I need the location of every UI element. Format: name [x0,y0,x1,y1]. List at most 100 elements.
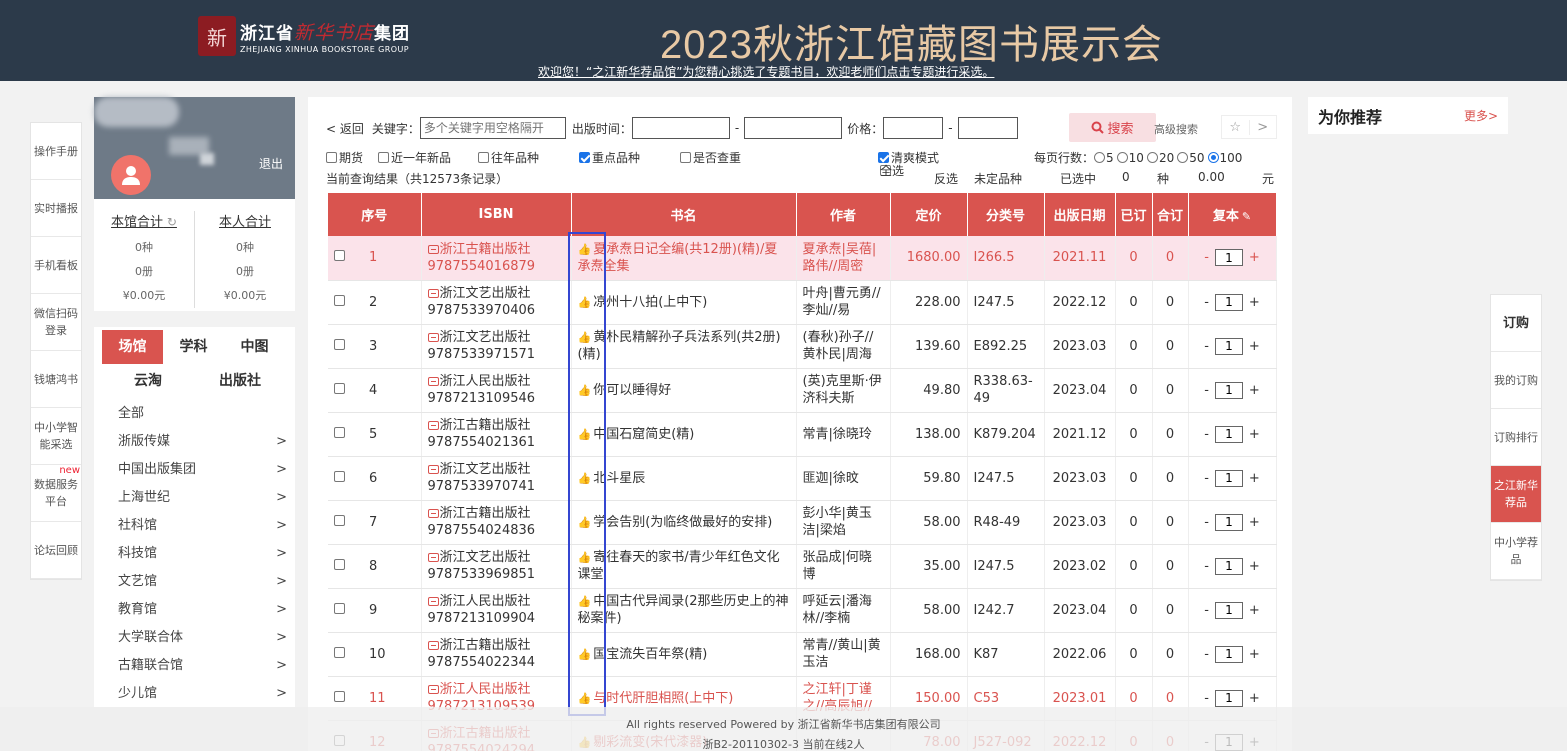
minus-button[interactable]: - [1204,294,1209,311]
col-header-date[interactable]: 出版日期 [1044,193,1116,236]
keyword-input[interactable] [419,117,566,139]
next-arrow-icon[interactable]: > [1248,119,1277,135]
minus-button[interactable]: - [1204,558,1209,575]
col-header-total[interactable]: 合订 [1152,193,1189,236]
right-nav-item[interactable]: 订购 [1491,295,1541,352]
per-page-50[interactable] [1177,152,1189,163]
quantity-input[interactable] [1214,337,1243,355]
book-title-link[interactable]: 与时代肝胆相照(上中下) [593,691,733,706]
row-checkbox[interactable] [334,426,345,438]
col-header-copies[interactable]: 复本 ✎ [1188,193,1277,236]
price-from-input[interactable] [883,117,944,139]
category-item[interactable]: 浙版传媒 > [94,428,295,456]
tab-yuntao[interactable]: 云淘 [102,364,194,398]
per-page-10[interactable] [1116,152,1128,163]
publisher-name[interactable]: 浙江文艺出版社 [440,550,531,565]
plus-button[interactable]: + [1249,558,1260,575]
plus-button[interactable]: + [1249,646,1260,663]
duplicate-check-checkbox[interactable]: 是否查重 [680,149,741,166]
my-total-title[interactable]: 本人合计 [195,211,295,230]
quantity-input[interactable] [1214,557,1243,575]
plus-button[interactable]: + [1249,514,1260,531]
futures-checkbox[interactable]: 期货 [326,149,363,166]
per-page-100[interactable] [1207,152,1219,163]
minus-button[interactable]: - [1204,338,1209,355]
search-button[interactable]: 搜索 [1069,113,1156,142]
advanced-search-link[interactable]: 高级搜索 [1154,121,1198,137]
price-to-input[interactable] [957,117,1018,139]
row-checkbox[interactable] [334,338,345,350]
logout-link[interactable]: 退出 [259,155,283,172]
book-title-link[interactable]: 中国石窟简史(精) [593,427,694,442]
publisher-name[interactable]: 浙江古籍出版社 [440,242,531,257]
quantity-input[interactable] [1214,645,1243,663]
quantity-input[interactable] [1214,249,1243,267]
plus-button[interactable]: + [1249,294,1260,311]
quantity-input[interactable] [1214,381,1243,399]
publisher-name[interactable]: 浙江古籍出版社 [440,506,531,521]
recommend-more-link[interactable]: 更多> [1464,107,1498,124]
publisher-name[interactable]: 浙江文艺出版社 [440,462,531,477]
book-title-link[interactable]: 寄往春天的家书/青少年红色文化课堂 [578,550,780,582]
tab-subject[interactable]: 学科 [163,330,224,364]
plus-button[interactable]: + [1249,249,1260,266]
quantity-input[interactable] [1214,469,1243,487]
quantity-input[interactable] [1214,689,1243,707]
col-header-no[interactable]: 序号 [328,193,422,236]
row-checkbox[interactable] [334,514,345,526]
category-item[interactable]: 上海世纪 > [94,484,295,512]
pubdate-from-input[interactable] [631,117,730,139]
recent-year-checkbox[interactable]: 近一年新品 [378,149,451,166]
book-title-link[interactable]: 夏承焘日记全编(共12册)(精)/夏承焘全集 [578,242,778,274]
quantity-input[interactable] [1214,293,1243,311]
book-title-link[interactable]: 国宝流失百年祭(精) [593,647,707,662]
left-nav-item[interactable]: 微信扫码登录 [31,294,81,351]
book-title-link[interactable]: 学会告别(为临终做最好的安排) [593,515,772,530]
col-header-author[interactable]: 作者 [796,193,891,236]
publisher-name[interactable]: 浙江文艺出版社 [440,286,531,301]
minus-button[interactable]: - [1204,426,1209,443]
col-header-class[interactable]: 分类号 [967,193,1045,236]
announcement-marquee[interactable]: 欢迎您！“之江新华荐品馆”为您精心挑选了专题书目，欢迎老师们点击专题进行采选。 [538,63,1080,80]
minus-button[interactable]: - [1204,249,1209,266]
category-item[interactable]: 社科馆 > [94,512,295,540]
row-checkbox[interactable] [334,294,345,306]
row-checkbox[interactable] [334,558,345,570]
book-title-link[interactable]: 北斗星辰 [593,471,645,486]
row-checkbox[interactable] [334,382,345,394]
book-title-link[interactable]: 中国古代异闻录(2那些历史上的神秘案件) [578,594,789,626]
key-titles-checkbox[interactable]: 重点品种 [579,149,640,166]
avatar-icon[interactable] [111,155,151,195]
publisher-name[interactable]: 浙江古籍出版社 [440,638,531,653]
quantity-input[interactable] [1214,425,1243,443]
book-title-link[interactable]: 黄朴民精解孙子兵法系列(共2册)(精) [578,330,781,362]
plus-button[interactable]: + [1249,602,1260,619]
publisher-name[interactable]: 浙江文艺出版社 [440,330,531,345]
plus-button[interactable]: + [1249,426,1260,443]
minus-button[interactable]: - [1204,690,1209,707]
category-item[interactable]: 少儿馆 > [94,680,295,707]
left-nav-item[interactable]: 手机看板 [31,237,81,294]
left-nav-item[interactable]: 数据服务平台 new [31,465,81,522]
right-nav-item[interactable]: 我的订购 [1491,352,1541,409]
edit-icon[interactable]: ✎ [1242,210,1251,223]
per-page-20[interactable] [1146,152,1158,163]
publisher-name[interactable]: 浙江人民出版社 [440,374,531,389]
library-total-title[interactable]: 本馆合计 ↻ [94,211,194,230]
right-nav-item[interactable]: 订购排行 [1491,409,1541,466]
row-checkbox[interactable] [334,470,345,482]
category-item[interactable]: 中国出版集团 > [94,456,295,484]
undecided-link[interactable]: 未定品种 [974,170,1022,187]
publisher-name[interactable]: 浙江人民出版社 [440,682,531,697]
publisher-name[interactable]: 浙江古籍出版社 [440,418,531,433]
left-nav-item[interactable]: 中小学智能采选 [31,408,81,465]
refresh-icon[interactable]: ↻ [163,215,177,229]
plus-button[interactable]: + [1249,470,1260,487]
right-nav-item[interactable]: 之江新华荐品 [1491,466,1541,523]
row-checkbox[interactable] [334,250,345,262]
pubdate-to-input[interactable] [744,117,843,139]
row-checkbox[interactable] [334,646,345,658]
minus-button[interactable]: - [1204,382,1209,399]
publisher-name[interactable]: 浙江人民出版社 [440,594,531,609]
quantity-input[interactable] [1214,513,1243,531]
